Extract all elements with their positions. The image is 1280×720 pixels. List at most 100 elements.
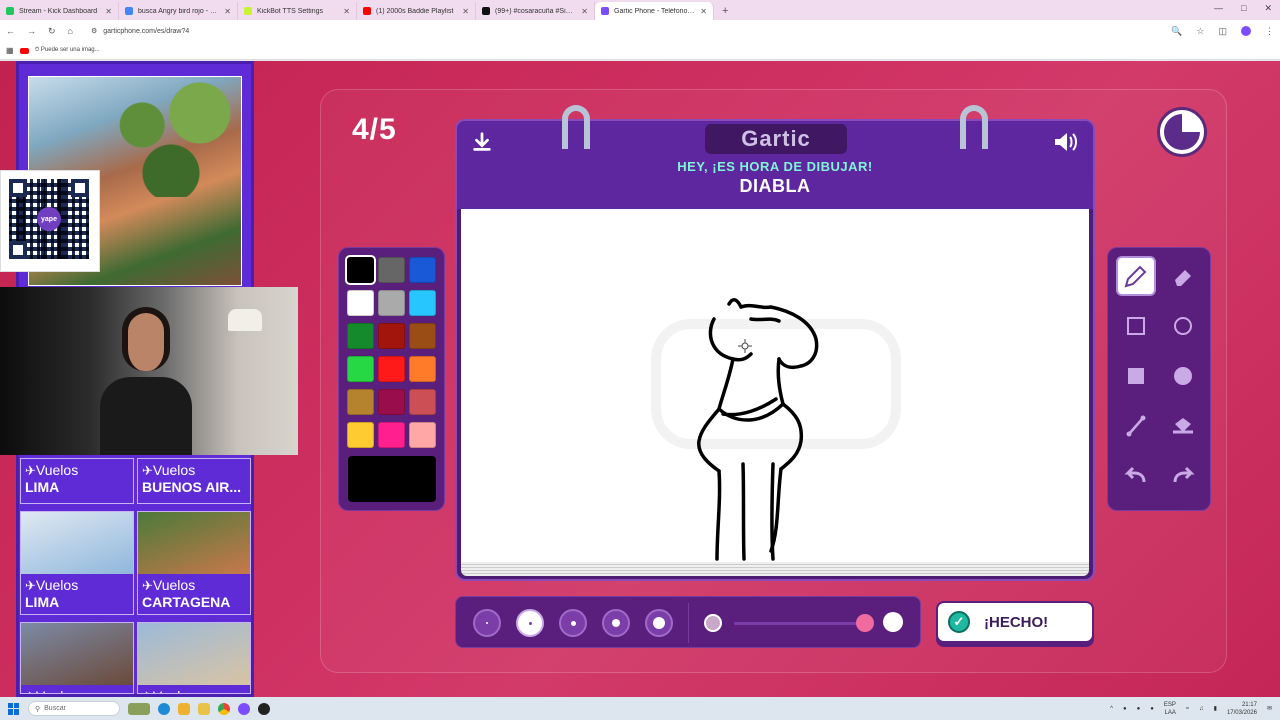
flight-label: Vuelos xyxy=(153,688,195,693)
tool-button[interactable] xyxy=(1163,256,1203,296)
tab-favicon-icon xyxy=(125,7,133,15)
tool-button[interactable] xyxy=(1116,456,1156,496)
bookmark-item[interactable]: ⏱ Puede ser una imag... xyxy=(35,47,100,54)
color-swatch[interactable] xyxy=(378,422,405,448)
bookmark-star-icon[interactable]: ☆ xyxy=(1196,26,1204,37)
tray-app-icon[interactable]: ● xyxy=(1123,706,1127,712)
flight-ad-card[interactable]: ✈Vuelos CARTAGENA xyxy=(137,511,251,615)
file-explorer-icon[interactable] xyxy=(198,702,210,715)
tray-app-icon[interactable]: ● xyxy=(1150,706,1154,712)
zoom-icon[interactable]: 🔍 xyxy=(1171,26,1182,37)
tool-button[interactable] xyxy=(1116,356,1156,396)
obs-icon[interactable] xyxy=(258,702,270,715)
sidebar-icon[interactable]: ◫ xyxy=(1218,26,1227,37)
browser-tab[interactable]: (99+) #cosaracuña #SinGuion P ✕ xyxy=(476,2,595,20)
volume-icon[interactable] xyxy=(1053,131,1079,153)
tray-app-icon[interactable]: ● xyxy=(1137,706,1141,712)
speaker-icon[interactable]: ♫ xyxy=(1199,706,1204,712)
color-swatch[interactable] xyxy=(347,389,374,415)
reload-icon[interactable]: ↻ xyxy=(48,26,56,37)
address-bar[interactable]: ⚙ garticphone.com/es/draw?4 xyxy=(91,27,189,36)
tab-close-icon[interactable]: ✕ xyxy=(700,7,707,16)
opacity-slider-thumb[interactable] xyxy=(856,614,874,632)
color-swatch[interactable] xyxy=(409,323,436,349)
color-swatch[interactable] xyxy=(409,422,436,448)
tab-close-icon[interactable]: ✕ xyxy=(343,7,350,16)
minimize-icon[interactable]: — xyxy=(1214,3,1223,14)
color-swatch[interactable] xyxy=(378,356,405,382)
color-swatch[interactable] xyxy=(378,323,405,349)
brush-size-button[interactable] xyxy=(516,609,544,637)
color-swatch[interactable] xyxy=(409,290,436,316)
home-icon[interactable]: ⌂ xyxy=(68,26,73,36)
color-swatch[interactable] xyxy=(409,389,436,415)
back-icon[interactable]: ← xyxy=(6,26,15,36)
weather-icon[interactable] xyxy=(128,702,150,715)
color-swatch[interactable] xyxy=(378,389,405,415)
tool-button[interactable] xyxy=(1163,456,1203,496)
tab-close-icon[interactable]: ✕ xyxy=(462,7,469,16)
browser-tab[interactable]: (1) 2000s Baddie Playlist ✕ xyxy=(357,2,476,20)
edge-icon[interactable] xyxy=(158,702,170,715)
search-icon: ⚲ xyxy=(35,705,41,713)
chrome-profile-icon[interactable] xyxy=(238,702,250,715)
color-swatch[interactable] xyxy=(347,422,374,448)
download-icon[interactable] xyxy=(471,131,493,153)
browser-tab[interactable]: Stream - Kick Dashboard ✕ xyxy=(0,2,119,20)
browser-tab[interactable]: KickBot TTS Settings ✕ xyxy=(238,2,357,20)
brush-size-button[interactable] xyxy=(473,609,501,637)
tab-close-icon[interactable]: ✕ xyxy=(105,7,112,16)
tray-chevron-icon[interactable]: ^ xyxy=(1110,706,1113,712)
site-info-icon[interactable]: ⚙ xyxy=(91,27,97,35)
opacity-slider-track[interactable] xyxy=(734,622,869,625)
flight-ad-card[interactable]: ✈Vuelos xyxy=(137,622,251,694)
color-swatch[interactable] xyxy=(409,356,436,382)
tool-button[interactable] xyxy=(1163,306,1203,346)
tool-button[interactable] xyxy=(1116,256,1156,296)
windows-taskbar: ⚲ Buscar ^ ● ● ● ESP LAA ≈ ♫ ▮ 21:17 17/03… xyxy=(0,697,1280,720)
color-swatch[interactable] xyxy=(347,356,374,382)
start-icon[interactable] xyxy=(8,702,20,715)
tool-button[interactable] xyxy=(1163,356,1203,396)
color-swatch[interactable] xyxy=(409,257,436,283)
new-tab-icon[interactable]: + xyxy=(714,2,736,20)
clock[interactable]: 21:17 17/03/2026 xyxy=(1227,701,1257,717)
taskbar-search[interactable]: ⚲ Buscar xyxy=(28,701,120,716)
tool-button[interactable] xyxy=(1116,306,1156,346)
chrome-icon[interactable] xyxy=(218,702,230,715)
tool-button[interactable] xyxy=(1163,406,1203,446)
flight-ad-card[interactable]: ✈Vuelos LIMA xyxy=(20,458,134,504)
tab-close-icon[interactable]: ✕ xyxy=(224,7,231,16)
flight-ad-card[interactable]: ✈Vuelos xyxy=(20,622,134,694)
profile-avatar[interactable] xyxy=(1241,26,1251,36)
close-window-icon[interactable]: ✕ xyxy=(1264,3,1272,14)
tab-title: busca Angry bird rojo - Buscar xyxy=(138,7,219,15)
tool-button[interactable] xyxy=(1116,406,1156,446)
brush-size-button[interactable] xyxy=(559,609,587,637)
color-swatch[interactable] xyxy=(345,255,376,285)
maximize-icon[interactable]: □ xyxy=(1241,3,1246,14)
app-icon[interactable] xyxy=(178,702,190,715)
browser-tab[interactable]: busca Angry bird rojo - Buscar ✕ xyxy=(119,2,238,20)
notifications-icon[interactable]: ✉ xyxy=(1267,705,1272,712)
color-swatch[interactable] xyxy=(347,290,374,316)
color-swatch[interactable] xyxy=(378,290,405,316)
brush-size-button[interactable] xyxy=(602,609,630,637)
menu-icon[interactable]: ⋮ xyxy=(1265,26,1274,37)
tab-close-icon[interactable]: ✕ xyxy=(581,7,588,16)
brush-size-button[interactable] xyxy=(645,609,673,637)
done-button[interactable]: ✓ ¡HECHO! xyxy=(936,601,1094,643)
flight-ad-card[interactable]: ✈Vuelos BUENOS AIR... xyxy=(137,458,251,504)
battery-icon[interactable]: ▮ xyxy=(1214,705,1217,712)
browser-tab[interactable]: Gartic Phone - Teléfono Descor ✕ xyxy=(595,2,714,20)
input-language[interactable]: ESP LAA xyxy=(1164,701,1176,717)
binder-ring-right xyxy=(960,105,988,149)
color-swatch[interactable] xyxy=(378,257,405,283)
wifi-icon[interactable]: ≈ xyxy=(1186,706,1189,712)
drawing-canvas[interactable] xyxy=(461,209,1089,562)
brush-size-dot xyxy=(612,619,620,627)
apps-icon[interactable]: ▦ xyxy=(6,46,14,55)
color-swatch[interactable] xyxy=(347,323,374,349)
flight-ad-card[interactable]: ✈Vuelos LIMA xyxy=(20,511,134,615)
forward-icon[interactable]: → xyxy=(27,26,36,36)
